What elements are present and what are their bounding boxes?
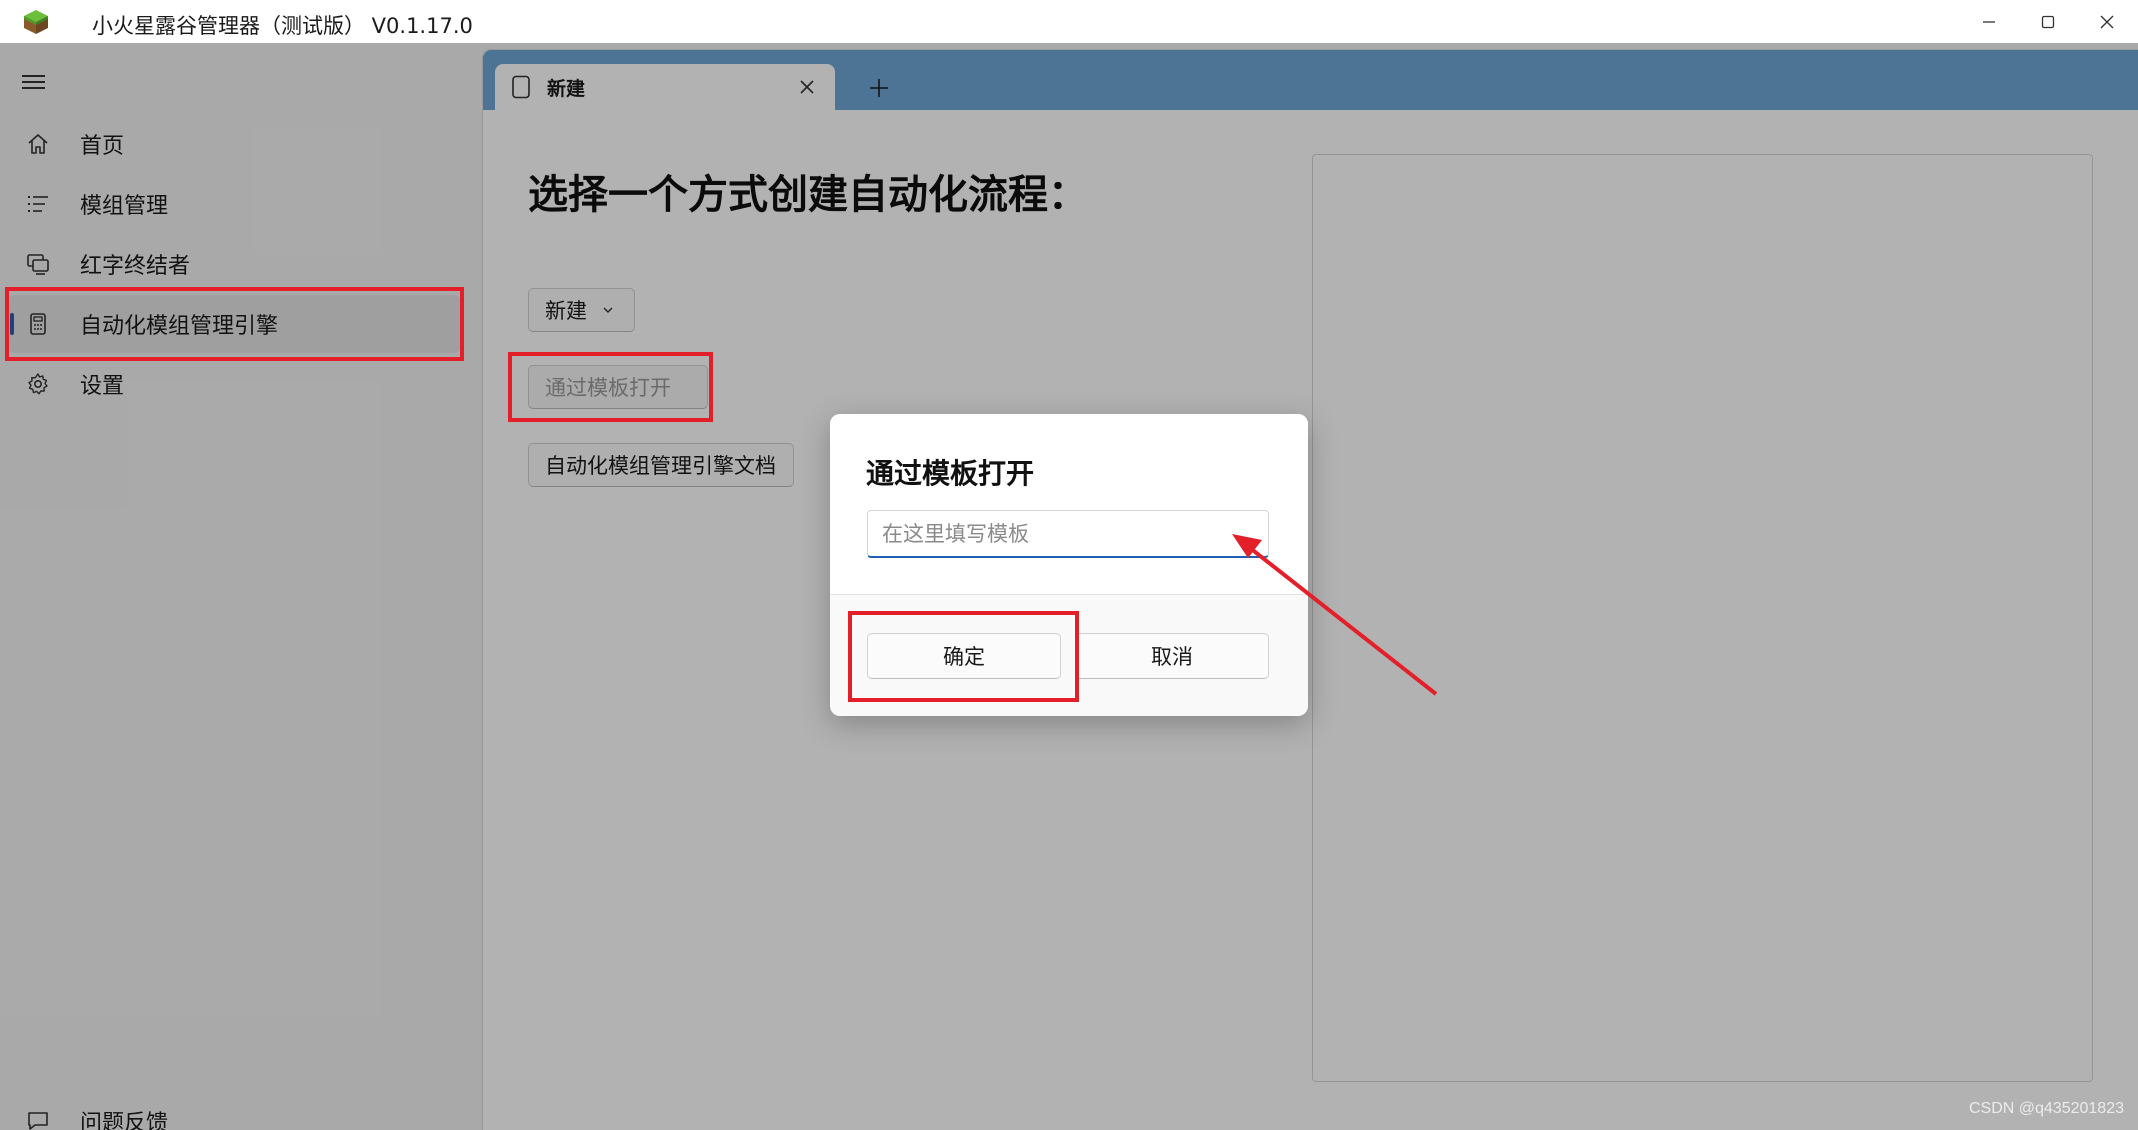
title-bar: 小火星露谷管理器（测试版） V0.1.17.0	[0, 0, 2138, 43]
maximize-button[interactable]	[2017, 0, 2079, 43]
minimize-button[interactable]	[1958, 0, 2020, 43]
template-input[interactable]	[867, 510, 1269, 558]
dialog-title: 通过模板打开	[866, 457, 1035, 490]
annotation-box-confirm	[848, 611, 1079, 702]
annotation-box-sidebar	[5, 287, 464, 361]
cancel-button[interactable]: 取消	[1075, 633, 1269, 679]
close-window-button[interactable]	[2076, 0, 2138, 43]
minimize-icon	[1983, 20, 1995, 23]
close-icon	[2100, 15, 2114, 28]
window-title: 小火星露谷管理器（测试版） V0.1.17.0	[92, 14, 473, 38]
maximize-icon	[2041, 15, 2055, 28]
dialog-body: 通过模板打开	[830, 414, 1308, 595]
watermark: CSDN @q435201823	[1968, 1100, 2124, 1117]
annotation-box-template-button	[508, 352, 713, 422]
app-logo-icon	[24, 10, 48, 34]
